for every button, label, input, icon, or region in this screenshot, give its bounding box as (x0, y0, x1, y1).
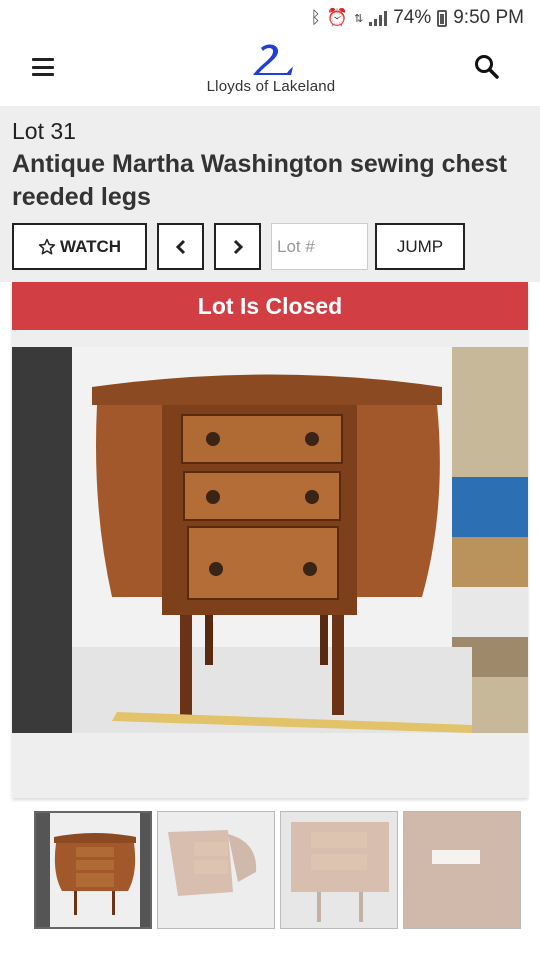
lot-detail-card: Lot Is Closed (12, 282, 528, 798)
jump-button[interactable]: JUMP (375, 223, 465, 270)
lot-info-section: Lot 31 Antique Martha Washington sewing … (0, 106, 540, 282)
previous-lot-button[interactable] (157, 223, 204, 270)
clock: 9:50 PM (453, 7, 524, 28)
watch-label: WATCH (59, 236, 122, 256)
lot-number-input[interactable] (271, 223, 368, 270)
hamburger-menu-icon[interactable] (32, 58, 54, 76)
lot-number: Lot 31 (12, 118, 76, 144)
bluetooth-icon: ᛒ (310, 8, 321, 27)
data-icon: ⇅ (353, 12, 364, 25)
swan-logo-icon (253, 44, 293, 75)
lot-title: Antique Martha Washington sewing chest r… (12, 150, 507, 211)
signal-icon (369, 10, 388, 26)
watch-button[interactable]: WATCH (12, 223, 147, 270)
logo-text: Lloyds of Lakeland (206, 78, 336, 95)
lot-closed-banner: Lot Is Closed (12, 282, 528, 330)
lot-navigation: WATCH JUMP (12, 223, 532, 270)
chevron-right-icon (233, 239, 243, 254)
alarm-icon: ⏰ (326, 8, 348, 27)
status-bar: ᛒ ⏰ ⇅ 74% 9:50 PM (0, 0, 540, 36)
battery-percent: 74% (393, 7, 432, 28)
thumbnail-2[interactable] (157, 811, 275, 929)
chevron-left-icon (175, 239, 185, 254)
thumbnail-4[interactable] (403, 811, 521, 929)
thumbnail-1[interactable] (34, 811, 152, 929)
page-bottom (0, 930, 540, 960)
site-logo[interactable]: Lloyds of Lakeland (196, 42, 346, 100)
thumbnail-strip (34, 811, 524, 929)
star-outline-icon (38, 238, 56, 254)
thumbnail-3[interactable] (280, 811, 398, 929)
battery-icon (437, 9, 448, 27)
next-lot-button[interactable] (214, 223, 261, 270)
app-header: Lloyds of Lakeland (0, 36, 540, 106)
main-lot-image[interactable] (12, 347, 528, 733)
search-icon[interactable] (474, 54, 500, 80)
